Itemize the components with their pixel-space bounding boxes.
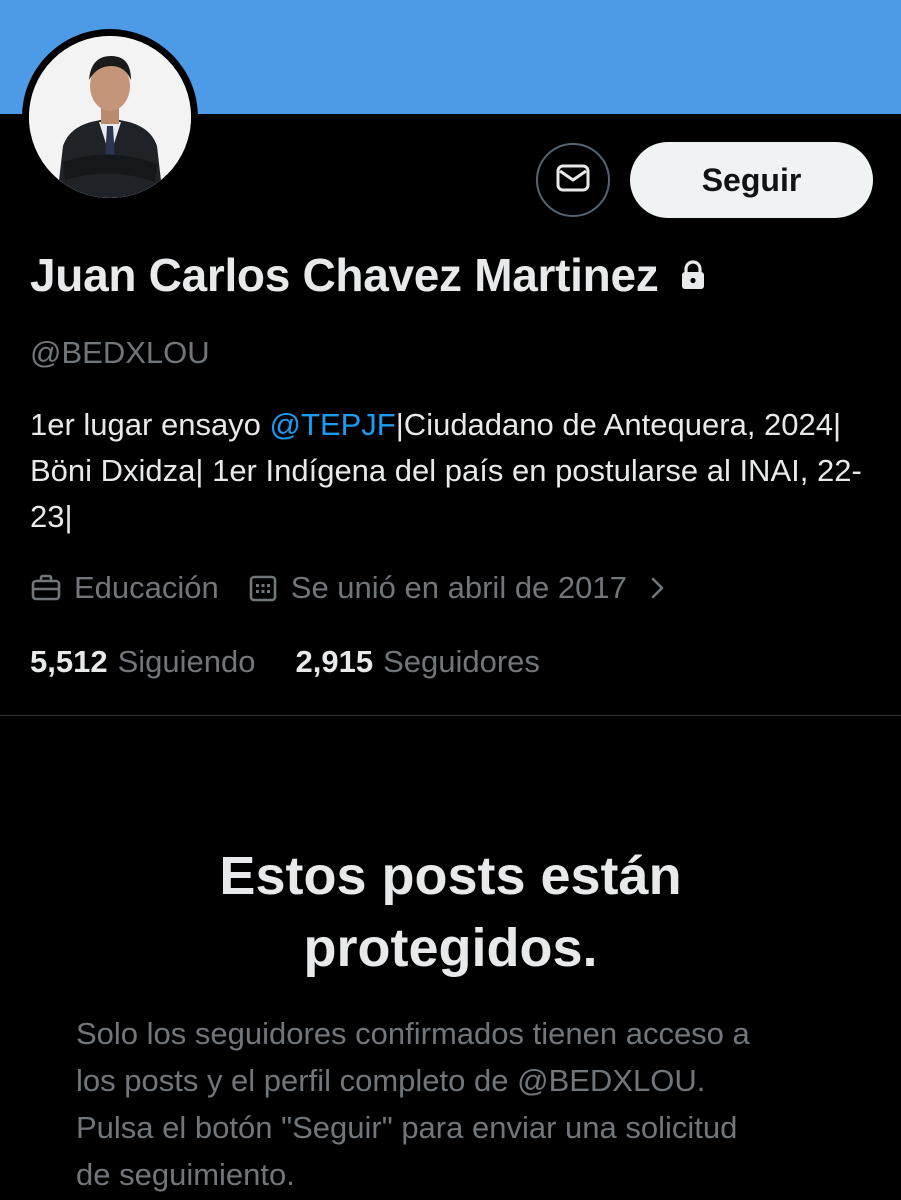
bio-mention-link[interactable]: @TEPJF — [270, 407, 396, 442]
bio-text-start: 1er lugar ensayo — [30, 407, 270, 442]
followers-count: 2,915 — [295, 644, 374, 679]
joined-item[interactable]: Se unió en abril de 2017 — [247, 570, 679, 606]
follow-button[interactable]: Seguir — [630, 142, 873, 218]
name-row: Juan Carlos Chavez Martinez — [30, 248, 710, 302]
avatar-photo — [29, 36, 191, 198]
following-label: Siguiendo — [117, 644, 256, 679]
protected-title: Estos posts están protegidos. — [219, 846, 682, 978]
lock-icon — [676, 258, 710, 292]
profile-bio: 1er lugar ensayo @TEPJF|Ciudadano de Ant… — [30, 402, 870, 540]
briefcase-icon — [31, 574, 61, 601]
avatar[interactable] — [22, 29, 198, 205]
profile-handle: @BEDXLOU — [30, 335, 210, 370]
chevron-right-icon — [649, 575, 679, 601]
profile-page: Seguir Juan Carlos Chavez Martinez @BEDX… — [0, 0, 901, 1200]
profile-meta: Educación Se unió en abril de 2017 — [30, 570, 679, 606]
message-button[interactable] — [536, 143, 610, 217]
follow-stats: 5,512 Siguiendo 2,915 Seguidores — [30, 644, 540, 680]
followers-link[interactable]: 2,915 Seguidores — [295, 644, 539, 680]
followers-label: Seguidores — [383, 644, 540, 679]
section-divider — [0, 715, 901, 716]
category-label: Educación — [74, 570, 219, 605]
following-count: 5,512 — [30, 644, 108, 679]
following-link[interactable]: 5,512 Siguiendo — [30, 644, 255, 680]
calendar-icon — [249, 575, 277, 602]
category-item: Educación — [30, 570, 219, 606]
mail-icon — [555, 160, 591, 201]
joined-label: Se unió en abril de 2017 — [290, 570, 627, 605]
display-name: Juan Carlos Chavez Martinez — [30, 249, 659, 301]
protected-message: Solo los seguidores confirmados tienen a… — [76, 1016, 750, 1192]
